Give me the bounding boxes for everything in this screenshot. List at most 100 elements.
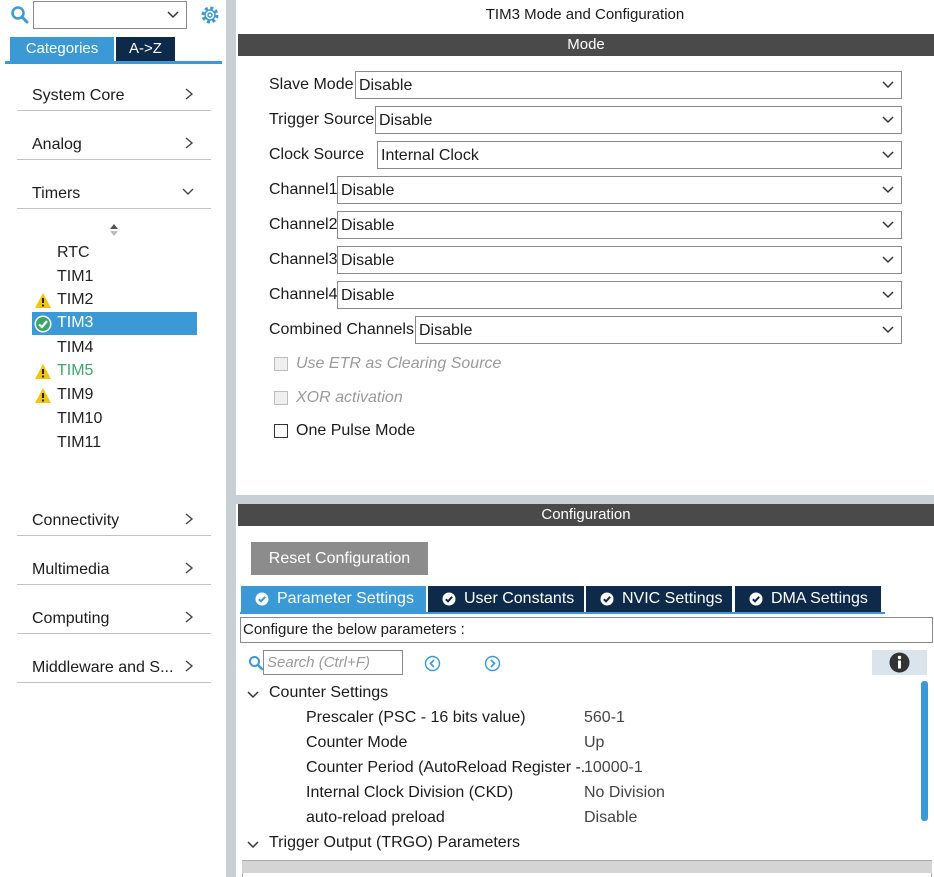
left-panel: Categories A->Z System Core Analog Timer… xyxy=(0,0,226,877)
timer-item-tim1[interactable]: TIM1 xyxy=(32,266,197,289)
param-key: Counter Mode xyxy=(306,734,408,751)
category-tab-bar: Categories A->Z xyxy=(5,37,222,64)
chevron-down-icon xyxy=(882,326,894,334)
timer-label: RTC xyxy=(57,244,90,261)
reset-configuration-button[interactable]: Reset Configuration xyxy=(251,542,428,575)
timer-label: TIM1 xyxy=(57,268,94,285)
tab-user-constants[interactable]: User Constants xyxy=(428,586,584,612)
peripheral-search-combo[interactable] xyxy=(33,1,187,29)
mode-row-clock-source: Clock Source Internal Clock xyxy=(269,141,902,169)
configure-hint: Configure the below parameters : xyxy=(240,617,933,643)
parameter-search-input[interactable]: Search (Ctrl+F) xyxy=(263,650,403,675)
next-match-icon[interactable] xyxy=(484,655,501,672)
mode-row-label: Channel4 xyxy=(269,286,338,303)
chevron-right-icon xyxy=(185,611,194,623)
category-timers[interactable]: Timers xyxy=(17,179,211,209)
parameter-scrollbar[interactable] xyxy=(921,681,928,821)
chevron-down-icon xyxy=(247,841,259,849)
panel-splitter[interactable] xyxy=(226,0,236,877)
gear-icon[interactable] xyxy=(199,4,221,26)
timer-label: TIM9 xyxy=(57,386,94,403)
category-system-core[interactable]: System Core xyxy=(17,81,211,111)
category-analog[interactable]: Analog xyxy=(17,130,211,160)
chevron-down-icon[interactable] xyxy=(166,8,180,22)
timer-item-tim2[interactable]: TIM2 xyxy=(32,289,197,312)
timer-label: TIM11 xyxy=(57,434,102,451)
select-value: Disable xyxy=(359,77,413,94)
category-middleware[interactable]: Middleware and S... xyxy=(17,653,211,683)
search-icon xyxy=(249,656,264,671)
combined-channels-select[interactable]: Disable xyxy=(415,316,902,344)
tab-categories[interactable]: Categories xyxy=(10,37,114,61)
param-row-prescaler[interactable]: Prescaler (PSC - 16 bits value) 560-1 xyxy=(306,709,906,731)
category-computing[interactable]: Computing xyxy=(17,604,211,634)
param-value: 10000-1 xyxy=(584,759,643,776)
chevron-right-icon xyxy=(185,660,194,672)
tab-label: DMA Settings xyxy=(771,590,868,607)
mode-row-slave-mode: Slave Mode Disable xyxy=(269,71,902,99)
timer-item-tim10[interactable]: TIM10 xyxy=(32,408,197,431)
category-label: Computing xyxy=(32,610,110,627)
tab-a-z[interactable]: A->Z xyxy=(116,37,175,61)
param-row-auto-reload-preload[interactable]: auto-reload preload Disable xyxy=(306,809,906,831)
warning-icon xyxy=(35,364,51,379)
category-label: Analog xyxy=(32,136,82,153)
page-title: TIM3 Mode and Configuration xyxy=(485,6,685,23)
chevron-down-icon xyxy=(882,116,894,124)
mode-row-trigger-source: Trigger Source Disable xyxy=(269,106,902,134)
chevron-down-icon xyxy=(247,691,259,699)
select-value: Disable xyxy=(379,112,433,129)
checkbox-box xyxy=(274,424,288,438)
mode-header: Mode xyxy=(238,34,934,56)
param-row-clock-division[interactable]: Internal Clock Division (CKD) No Divisio… xyxy=(306,784,906,806)
channel3-select[interactable]: Disable xyxy=(337,246,902,274)
channel2-select[interactable]: Disable xyxy=(337,211,902,239)
chevron-down-icon xyxy=(882,291,894,299)
mode-row-combined-channels: Combined Channels Disable xyxy=(269,316,902,344)
timer-label: TIM5 xyxy=(57,362,94,379)
timer-item-tim5[interactable]: TIM5 xyxy=(32,360,197,383)
search-icon[interactable] xyxy=(10,5,30,25)
category-label: Connectivity xyxy=(32,512,120,529)
info-button[interactable] xyxy=(872,650,927,675)
check-circle-icon xyxy=(442,592,456,606)
param-value: 560-1 xyxy=(584,709,625,726)
tab-parameter-settings[interactable]: Parameter Settings xyxy=(241,586,426,612)
tab-label: NVIC Settings xyxy=(622,590,723,607)
tab-nvic-settings[interactable]: NVIC Settings xyxy=(586,586,732,612)
channel4-select[interactable]: Disable xyxy=(337,281,902,309)
tab-label: Parameter Settings xyxy=(277,590,414,607)
param-key: Internal Clock Division (CKD) xyxy=(306,784,514,801)
sort-icon[interactable] xyxy=(108,222,120,238)
section-splitter[interactable] xyxy=(236,495,934,504)
timer-item-tim4[interactable]: TIM4 xyxy=(32,337,197,360)
category-label: Timers xyxy=(32,185,81,202)
chevron-down-icon xyxy=(882,186,894,194)
check-circle-icon xyxy=(255,592,269,606)
timer-item-tim3[interactable]: TIM3 xyxy=(32,312,197,335)
category-connectivity[interactable]: Connectivity xyxy=(17,506,211,536)
chevron-right-icon xyxy=(185,137,194,149)
timer-item-tim11[interactable]: TIM11 xyxy=(32,432,197,455)
tab-dma-settings[interactable]: DMA Settings xyxy=(735,586,881,612)
select-value: Disable xyxy=(341,287,395,304)
select-value: Internal Clock xyxy=(381,147,479,164)
param-value: Disable xyxy=(584,809,638,826)
timer-item-rtc[interactable]: RTC xyxy=(32,242,197,265)
slave-mode-select[interactable]: Disable xyxy=(355,71,902,99)
category-label: System Core xyxy=(32,87,125,104)
param-row-counter-period[interactable]: Counter Period (AutoReload Register -...… xyxy=(306,759,906,781)
trigger-source-select[interactable]: Disable xyxy=(375,106,902,134)
mode-row-label: Slave Mode xyxy=(269,76,354,93)
bottom-panel xyxy=(242,873,932,877)
select-value: Disable xyxy=(341,182,395,199)
clock-source-select[interactable]: Internal Clock xyxy=(377,141,902,169)
category-multimedia[interactable]: Multimedia xyxy=(17,555,211,585)
check-circle-icon xyxy=(749,592,763,606)
param-row-counter-mode[interactable]: Counter Mode Up xyxy=(306,734,906,756)
timer-item-tim9[interactable]: TIM9 xyxy=(32,384,197,407)
previous-match-icon[interactable] xyxy=(424,655,441,672)
mode-row-channel2: Channel2 Disable xyxy=(269,211,902,239)
group-label: Counter Settings xyxy=(269,684,389,701)
channel1-select[interactable]: Disable xyxy=(337,176,902,204)
